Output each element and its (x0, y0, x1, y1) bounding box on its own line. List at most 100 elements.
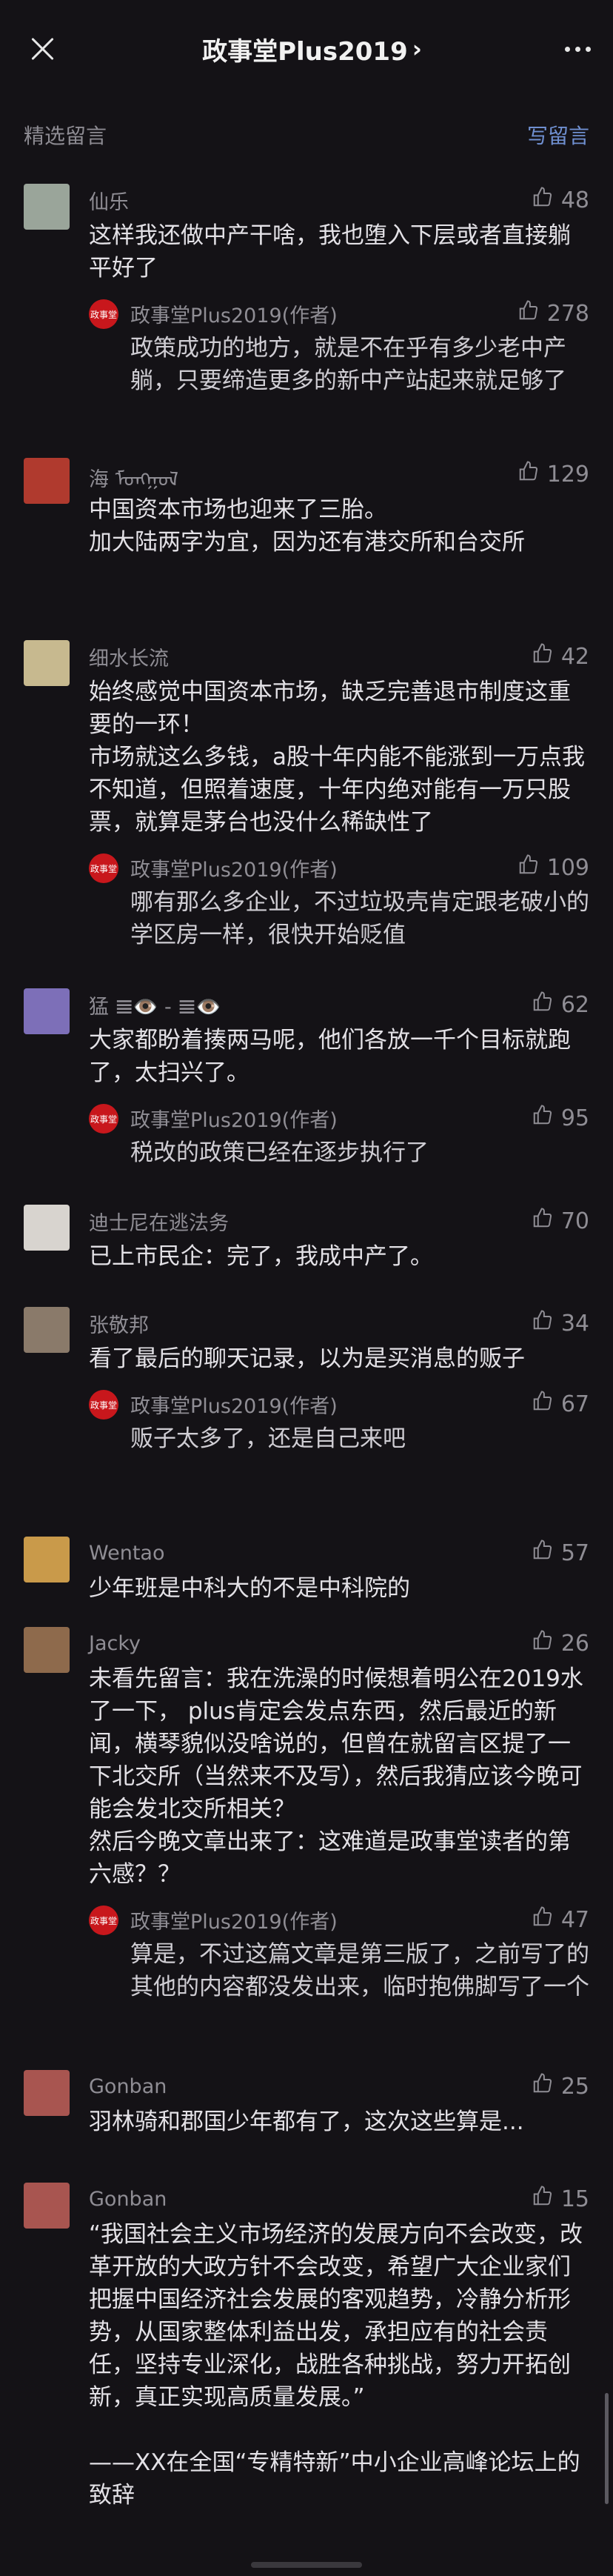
commenter-name[interactable]: Jacky (89, 1632, 141, 1655)
thumb-up-icon (532, 642, 554, 670)
avatar[interactable] (24, 1307, 70, 1353)
like-button[interactable]: 67 (532, 1390, 589, 1418)
article-comments-page: 政事堂Plus2019 › 精选留言 写留言 仙乐 48 这样我还做中产干啥，我也堕… (0, 0, 613, 2576)
comment-item: Gonban 15 “我国社会主义市场经济的发展方向不会改变，改革开放的大政方针不会… (0, 2180, 613, 2512)
account-title-link[interactable]: 政事堂Plus2019 › (202, 31, 422, 67)
comment-item: Gonban 25 羽林骑和郡国少年都有了，这次这些算是... (0, 2067, 613, 2138)
like-button[interactable]: 70 (532, 1207, 589, 1235)
avatar[interactable] (24, 640, 70, 686)
like-count: 42 (560, 643, 589, 670)
author-avatar[interactable]: 政事堂 (89, 1906, 118, 1935)
avatar[interactable] (24, 2183, 70, 2229)
thumb-up-icon (532, 1906, 554, 1934)
author-avatar[interactable]: 政事堂 (89, 1104, 118, 1134)
scrollbar-thumb[interactable] (605, 2393, 609, 2504)
like-button[interactable]: 129 (517, 460, 589, 488)
like-button[interactable]: 278 (517, 299, 589, 327)
reply-author-name[interactable]: 政事堂Plus2019(作者) (130, 853, 338, 882)
author-reply: 政事堂 政事堂Plus2019(作者) 278 政策成功的地方，就是不在乎有多少老中产… (89, 295, 589, 397)
thumb-up-icon (517, 299, 540, 327)
comment-text: 未看先留言：我在洗澡的时候想着明公在2019水了一下， plus肯定会发点东西，… (89, 1665, 583, 1888)
comment-text: 看了最后的聊天记录，以为是买消息的贩子 (89, 1345, 525, 1372)
like-count: 67 (560, 1391, 589, 1417)
reply-author-name[interactable]: 政事堂Plus2019(作者) (130, 299, 338, 328)
thumb-up-icon (517, 853, 540, 882)
avatar[interactable] (24, 988, 70, 1034)
commenter-name[interactable]: Gonban (89, 2188, 167, 2211)
like-button[interactable]: 15 (532, 2185, 589, 2213)
reply-author-name[interactable]: 政事堂Plus2019(作者) (130, 1104, 338, 1133)
chevron-right-icon: › (412, 35, 422, 63)
commenter-name[interactable]: 张敬邦 (89, 1309, 149, 1338)
thumb-up-icon (532, 1390, 554, 1418)
like-count: 48 (560, 187, 589, 213)
top-nav-bar: 政事堂Plus2019 › (0, 0, 613, 98)
comment-item: Wentao 57 少年班是中科大的不是中科院的 (0, 1534, 613, 1605)
reply-text: 哪有那么多企业，不过垃圾壳肯定跟老破小的学区房一样，很快开始贬值 (130, 889, 589, 948)
like-button[interactable]: 42 (532, 642, 589, 670)
avatar[interactable] (24, 1627, 70, 1673)
commenter-name[interactable]: 猛 𝌆👁️ - 𝌆👁️ (89, 991, 221, 1019)
like-button[interactable]: 95 (532, 1104, 589, 1132)
close-icon[interactable] (27, 33, 59, 65)
like-button[interactable]: 26 (532, 1629, 589, 1657)
like-count: 109 (546, 854, 589, 881)
write-comment-link[interactable]: 写留言 (527, 120, 589, 150)
comment-item: Jacky 26 未看先留言：我在洗澡的时候想着明公在2019水了一下， plus肯… (0, 1624, 613, 2003)
like-button[interactable]: 25 (532, 2072, 589, 2100)
author-avatar[interactable]: 政事堂 (89, 853, 118, 883)
commenter-name[interactable]: Gonban (89, 2075, 167, 2098)
like-count: 95 (560, 1105, 589, 1131)
thumb-up-icon (532, 1104, 554, 1132)
comment-text: 大家都盼着揍两马呢，他们各放一千个目标就跑了，太扫兴了。 (89, 1027, 571, 1086)
comment-item: 张敬邦 34 看了最后的聊天记录，以为是买消息的贩子 政事堂 政事堂Plus2019(作… (0, 1304, 613, 1455)
comment-text: 这样我还做中产干啥，我也堕入下层或者直接躺平好了 (89, 222, 571, 282)
thumb-up-icon (532, 1207, 554, 1235)
commenter-name[interactable]: 细水长流 (89, 642, 169, 671)
reply-author-name[interactable]: 政事堂Plus2019(作者) (130, 1906, 338, 1934)
like-count: 15 (560, 2186, 589, 2212)
thumb-up-icon (532, 1309, 554, 1337)
like-count: 62 (560, 991, 589, 1018)
comments-section-header: 精选留言 写留言 (0, 98, 613, 172)
like-button[interactable]: 48 (532, 186, 589, 214)
reply-author-name[interactable]: 政事堂Plus2019(作者) (130, 1390, 338, 1419)
section-title: 精选留言 (24, 124, 107, 148)
avatar[interactable] (24, 458, 70, 504)
like-button[interactable]: 62 (532, 991, 589, 1019)
author-reply: 政事堂 政事堂Plus2019(作者) 47 算是，不过这篇文章是第三版了，之前写了的… (89, 1901, 589, 2003)
reply-text: 税改的政策已经在逐步执行了 (130, 1139, 429, 1166)
comment-text: “我国社会主义市场经济的发展方向不会改变，改革开放的大政方针不会改变，希望广大企… (89, 2221, 583, 2509)
commenter-name[interactable]: 海 ᠮᠣᠩᠭᠣᠯ (89, 457, 178, 492)
more-icon[interactable] (565, 46, 591, 52)
author-avatar[interactable]: 政事堂 (89, 299, 118, 329)
thumb-up-icon (532, 2072, 554, 2100)
comment-item: 仙乐 48 这样我还做中产干啥，我也堕入下层或者直接躺平好了政事堂 政事堂Plus20… (0, 181, 613, 397)
comment-item: 海 ᠮᠣᠩᠭᠣᠯ 129 中国资本市场也迎来了三胎。 加大陆两字为宜，因为还有港交所… (0, 455, 613, 559)
author-avatar[interactable]: 政事堂 (89, 1390, 118, 1420)
commenter-name[interactable]: 仙乐 (89, 186, 129, 215)
author-reply: 政事堂 政事堂Plus2019(作者) 95 税改的政策已经在逐步执行了 (89, 1099, 589, 1169)
like-count: 26 (560, 1630, 589, 1657)
reply-text: 算是，不过这篇文章是第三版了，之前写了的其他的内容都没发出来，临时抱佛脚写了一个 (130, 1941, 589, 2000)
home-indicator[interactable] (251, 2562, 362, 2568)
commenter-name[interactable]: 迪士尼在逃法务 (89, 1207, 229, 1236)
thumb-up-icon (532, 1629, 554, 1657)
like-button[interactable]: 34 (532, 1309, 589, 1337)
avatar[interactable] (24, 184, 70, 230)
commenter-name[interactable]: Wentao (89, 1542, 165, 1565)
comment-text: 少年班是中科大的不是中科院的 (89, 1575, 410, 1602)
like-count: 70 (560, 1208, 589, 1234)
avatar[interactable] (24, 1205, 70, 1251)
avatar[interactable] (24, 2070, 70, 2116)
like-button[interactable]: 47 (532, 1906, 589, 1934)
account-name: 政事堂Plus2019 (202, 36, 408, 67)
thumb-up-icon (517, 460, 540, 488)
avatar[interactable] (24, 1537, 70, 1582)
like-button[interactable]: 57 (532, 1539, 589, 1567)
like-count: 57 (560, 1540, 589, 1566)
like-button[interactable]: 109 (517, 853, 589, 882)
like-count: 47 (560, 1906, 589, 1933)
thumb-up-icon (532, 2185, 554, 2213)
comment-item: 细水长流 42 始终感觉中国资本市场，缺乏完善退市制度这重要的一环！ 市场就这么多钱… (0, 637, 613, 951)
